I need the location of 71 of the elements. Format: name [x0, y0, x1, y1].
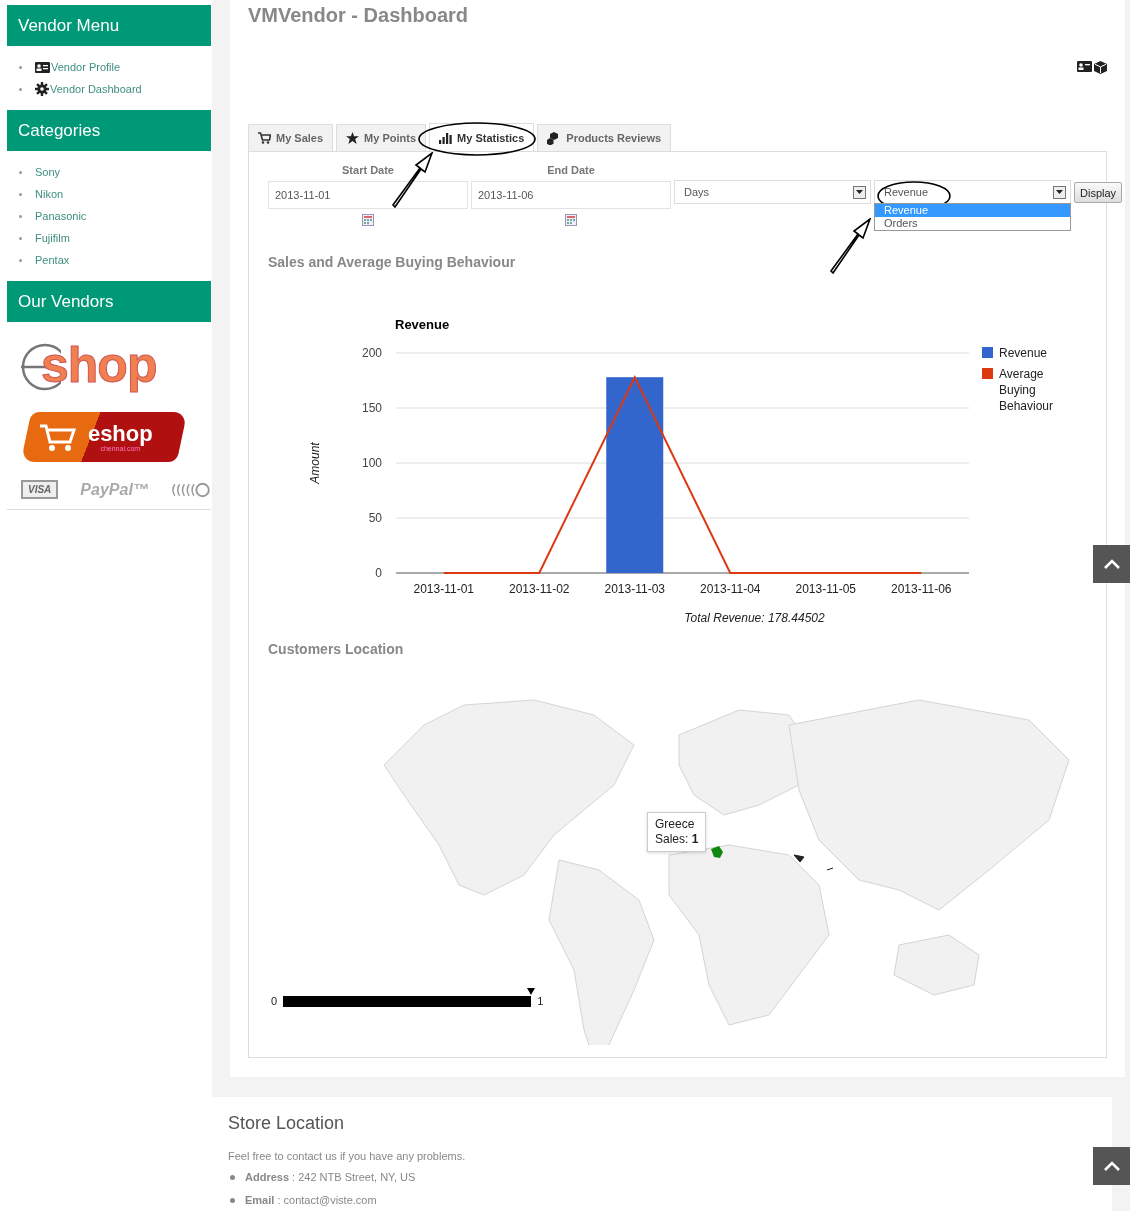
legend-label: Revenue [999, 346, 1048, 360]
gear-icon [35, 82, 49, 96]
sidebar-link[interactable]: Nikon [35, 188, 64, 200]
x-tick-label: 2013-11-06 [891, 582, 952, 596]
x-tick-label: 2013-11-05 [795, 582, 856, 596]
id-card-icon[interactable] [1077, 61, 1092, 72]
dropdown-option[interactable]: Orders [875, 217, 1070, 230]
legend-min: 0 [271, 995, 278, 1007]
y-tick-label: 150 [361, 401, 382, 415]
sidebar-heading: Vendor Menu [7, 5, 211, 46]
tooltip-text: Sales: 1 [655, 832, 699, 847]
y-tick-label: 100 [361, 456, 382, 470]
y-axis-label: Amount [308, 442, 322, 484]
id-card-icon [35, 61, 50, 73]
tab[interactable]: My Points [336, 124, 427, 151]
y-tick-label: 50 [368, 511, 382, 525]
scroll-top-button[interactable] [1093, 545, 1130, 583]
sidebar-link[interactable]: Vendor Profile [35, 61, 121, 73]
input-field[interactable]: 2013-11-01 [268, 181, 468, 209]
page-title: VMVendor - Dashboard [248, 3, 469, 27]
contact-item: Address : 242 NTB Street, NY, US [245, 1170, 416, 1185]
x-tick-label: 2013-11-03 [604, 582, 665, 596]
calendar-icon[interactable] [362, 214, 374, 226]
cube-icon[interactable] [1094, 61, 1107, 74]
x-tick-label: 2013-11-04 [700, 582, 761, 596]
sidebar-link[interactable]: Pentax [35, 254, 70, 266]
marker-icon [527, 987, 536, 995]
chevron-up-icon [1102, 558, 1121, 570]
bar-chart-icon [439, 131, 453, 144]
sidebar-link[interactable]: Panasonic [35, 210, 87, 222]
legend-swatch [982, 347, 993, 358]
shop-logo[interactable]: shop [21, 336, 177, 394]
tab[interactable]: Products Reviews [537, 124, 672, 151]
visa-logo: VISA [21, 480, 59, 499]
field-label: Start Date [342, 164, 394, 176]
display-button[interactable]: Display [1074, 182, 1123, 203]
tab[interactable]: My Statistics [429, 123, 535, 151]
sidebar-link[interactable]: Vendor Dashboard [35, 82, 142, 96]
annotation-arrow [828, 218, 872, 274]
dropdown[interactable]: Revenue [874, 180, 1071, 204]
x-axis-label: Total Revenue: 178.44502 [684, 611, 825, 625]
legend-label: Average Buying Behaviour [999, 367, 1054, 413]
chart-title: Revenue [395, 317, 450, 332]
y-tick-label: 0 [375, 566, 382, 580]
contact-item: Email : contact@viste.com [245, 1193, 377, 1208]
calendar-icon[interactable] [565, 214, 577, 226]
dropdown-option[interactable]: Revenue [875, 204, 1070, 217]
sidebar-link[interactable]: Sony [35, 166, 61, 178]
legend-swatch [982, 368, 993, 379]
contactless-icon [170, 481, 211, 498]
input-field[interactable]: 2013-11-06 [471, 181, 671, 209]
footer-title: Store Location [228, 1113, 346, 1134]
sidebar-heading: Our Vendors [7, 281, 211, 322]
section-title: Customers Location [268, 641, 405, 657]
star-icon [346, 132, 360, 144]
field-label: End Date [547, 164, 595, 176]
cart-icon [258, 132, 271, 144]
tooltip-title: Greece [655, 817, 696, 832]
scroll-top-button[interactable] [1093, 1147, 1130, 1185]
paypal-logo: PayPal™ [80, 480, 149, 499]
legend-max: 1 [537, 995, 544, 1007]
x-tick-label: 2013-11-02 [509, 582, 570, 596]
sidebar-heading: Categories [7, 110, 211, 151]
tab[interactable]: My Sales [248, 124, 334, 151]
chevron-up-icon [1102, 1160, 1121, 1172]
dropdown[interactable]: Days [674, 180, 871, 204]
section-title: Sales and Average Buying Behaviour [268, 254, 517, 270]
x-tick-label: 2013-11-01 [413, 582, 474, 596]
footer-text: Feel free to contact us if you have any problems. [228, 1150, 467, 1162]
sidebar-link[interactable]: Fujifilm [35, 232, 70, 244]
y-tick-label: 200 [361, 346, 382, 360]
